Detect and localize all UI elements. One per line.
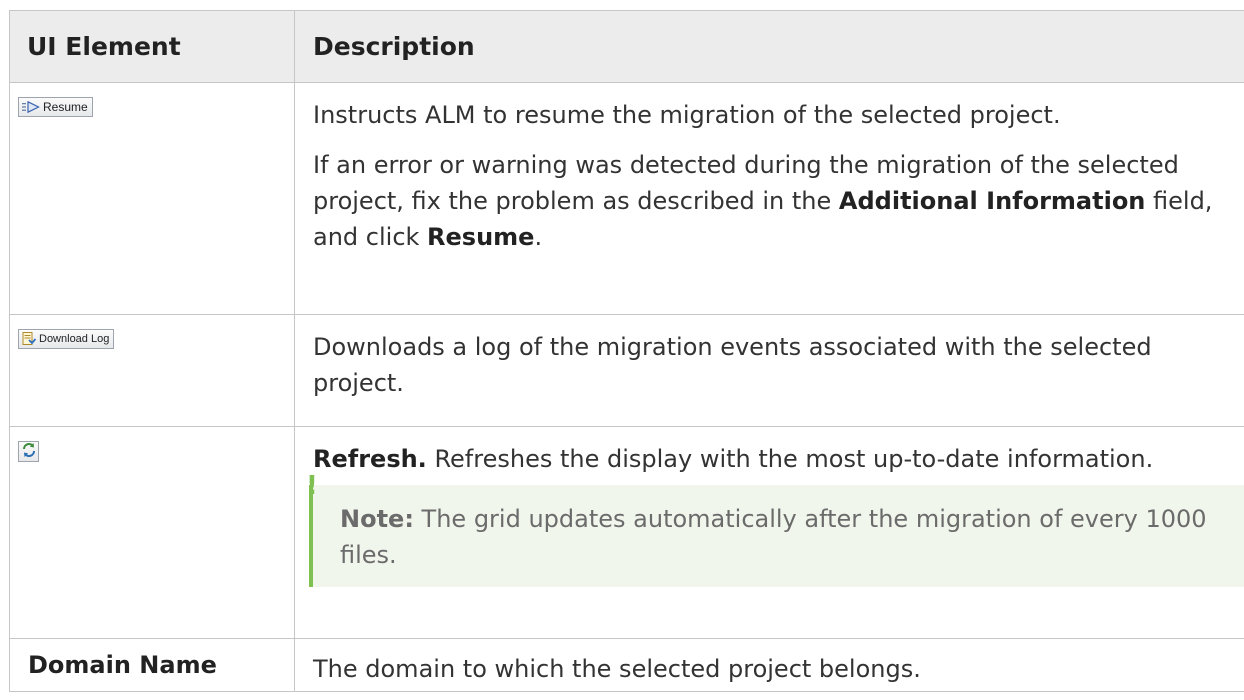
description-cell: Refresh. Refreshes the display with the … [294, 426, 1244, 639]
download-log-icon [22, 332, 36, 346]
resume-description: Instructs ALM to resume the migration of… [313, 101, 1061, 129]
ui-element-cell: Download Log [9, 314, 295, 427]
download-log-description: Downloads a log of the migration events … [313, 333, 1152, 397]
download-log-button-label: Download Log [39, 332, 110, 345]
note-label: Note: [340, 505, 414, 533]
ui-element-cell [9, 426, 295, 639]
resume-button-label: Resume [43, 100, 88, 114]
header-ui-element: UI Element [9, 10, 295, 83]
resume-button[interactable]: Resume [18, 97, 93, 117]
table-row: Domain Name The domain to which the sele… [9, 638, 1244, 692]
table-header-row: UI Element Description [9, 10, 1244, 83]
refresh-description: Refresh. Refreshes the display with the … [313, 441, 1235, 477]
resume-icon [22, 101, 40, 113]
ui-element-cell: Resume [9, 82, 295, 315]
refresh-icon [21, 442, 37, 462]
desc-text: . [534, 223, 543, 251]
domain-name-description: The domain to which the selected project… [294, 638, 1244, 692]
note-exclamation-icon: ! [306, 471, 318, 501]
table-row: Resume Instructs ALM to resume the migra… [9, 82, 1244, 315]
table-row: Refresh. Refreshes the display with the … [9, 426, 1244, 639]
desc-bold-resume: Resume [427, 223, 535, 251]
note-box: ! Note: The grid updates automatically a… [306, 473, 1244, 587]
note-text: The grid updates automatically after the… [340, 505, 1207, 569]
domain-name-label: Domain Name [9, 638, 295, 692]
desc-bold-additional-information: Additional Information [838, 187, 1146, 215]
desc-text: Refreshes the display with the most up-t… [426, 445, 1154, 473]
header-description: Description [294, 10, 1244, 83]
ui-element-table: UI Element Description Resume Instructs … [9, 10, 1244, 692]
refresh-button[interactable] [18, 441, 39, 462]
desc-bold-refresh: Refresh. [313, 445, 427, 473]
download-log-button[interactable]: Download Log [18, 329, 115, 349]
resume-error-description: If an error or warning was detected duri… [313, 147, 1235, 255]
description-cell: Downloads a log of the migration events … [294, 314, 1244, 427]
description-cell: Instructs ALM to resume the migration of… [294, 82, 1244, 315]
table-row: Download Log Downloads a log of the migr… [9, 314, 1244, 427]
